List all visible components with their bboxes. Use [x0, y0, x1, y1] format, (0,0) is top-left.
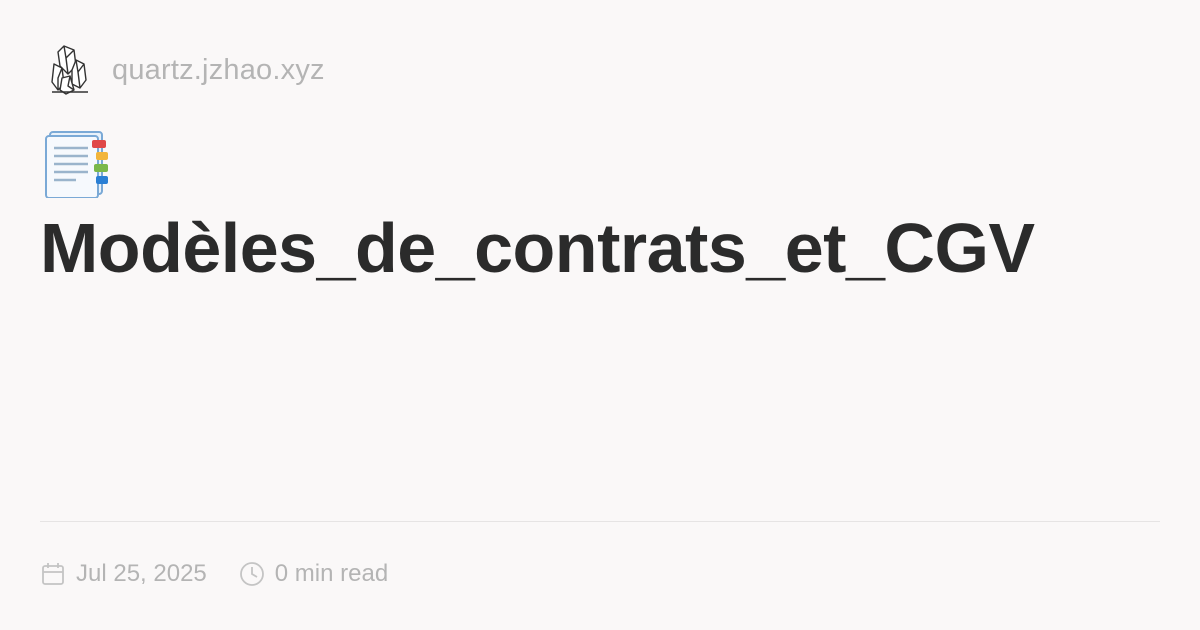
read-time: 0 min read: [274, 560, 389, 587]
page-title: Modèles_de_contrats_et_CGV: [40, 209, 1035, 287]
page-meta: Jul 25, 2025 0 min read: [40, 556, 420, 592]
calendar-icon: [42, 563, 64, 585]
date-meta: Jul 25, 2025: [40, 560, 207, 588]
publish-date: Jul 25, 2025: [76, 560, 207, 587]
bookmark-tabs-icon: [44, 128, 110, 199]
clock-icon: [239, 562, 264, 586]
site-header: quartz.jzhao.xyz: [40, 40, 325, 100]
site-url[interactable]: quartz.jzhao.xyz: [112, 54, 325, 87]
crystal-icon[interactable]: [40, 40, 100, 100]
divider: [40, 521, 1160, 522]
read-time-meta: 0 min read: [239, 560, 388, 588]
